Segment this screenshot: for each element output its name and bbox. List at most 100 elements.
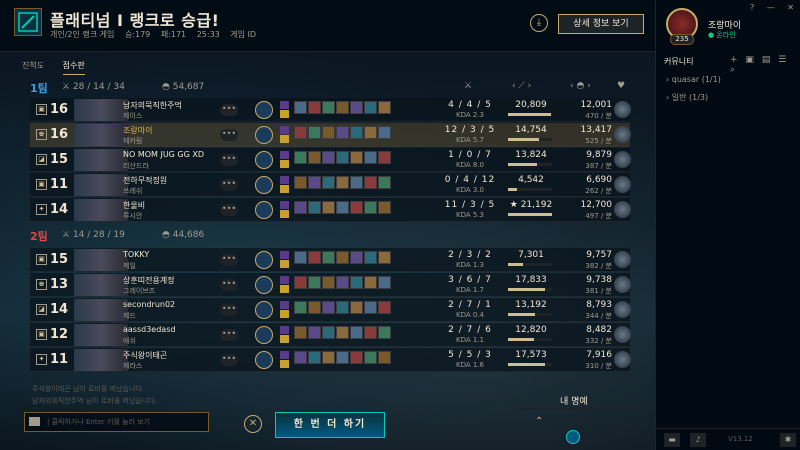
item-icon[interactable] xyxy=(294,151,307,164)
honor-gem-icon[interactable] xyxy=(566,430,580,444)
item-icon[interactable] xyxy=(294,326,307,339)
champion-portrait[interactable] xyxy=(74,299,128,321)
player-row[interactable]: ▣ 12 aassd3edasd 애쉬 ••• 2 / 7 / 6 KDA 1.1 12,82… xyxy=(30,323,631,347)
item-icon[interactable] xyxy=(378,151,391,164)
add-folder-icon[interactable]: ▣ xyxy=(745,55,754,65)
add-friend-icon[interactable]: + xyxy=(730,55,738,65)
item-icon[interactable] xyxy=(364,351,377,364)
item-icon[interactable] xyxy=(308,276,321,289)
item-icon[interactable] xyxy=(350,251,363,264)
player-row[interactable]: ◪ 15 NO MOM JUG GG XD 리산드라 ••• 1 / 0 / 7 KDA 8… xyxy=(30,148,631,172)
rank-column-icon[interactable]: ♥ xyxy=(617,81,625,91)
item-icon[interactable] xyxy=(322,301,335,314)
item-icon[interactable] xyxy=(308,326,321,339)
item-icon[interactable] xyxy=(294,201,307,214)
item-icon[interactable] xyxy=(378,201,391,214)
bug-report-icon[interactable]: ✱ xyxy=(780,433,796,447)
item-icon[interactable] xyxy=(294,176,307,189)
item-icon[interactable] xyxy=(336,251,349,264)
item-icon[interactable] xyxy=(322,126,335,139)
close-button[interactable]: ✕ xyxy=(244,415,262,433)
calendar-icon[interactable]: ▤ xyxy=(762,55,771,65)
more-options-button[interactable]: ••• xyxy=(220,204,238,216)
more-options-button[interactable]: ••• xyxy=(220,254,238,266)
more-options-button[interactable]: ••• xyxy=(220,129,238,141)
more-options-button[interactable]: ••• xyxy=(220,104,238,116)
more-options-button[interactable]: ••• xyxy=(220,304,238,316)
summoner-name[interactable]: 전하무적정원 xyxy=(123,175,167,186)
friend-group[interactable]: › quasar (1/1) xyxy=(666,75,721,84)
item-icon[interactable] xyxy=(322,251,335,264)
detail-button[interactable]: 상세 정보 보기 xyxy=(558,14,644,34)
item-icon[interactable] xyxy=(364,126,377,139)
player-row[interactable]: ✦ 11 주식왕이태곤 제라스 ••• 5 / 5 / 3 KDA 1.6 17,573 7,9… xyxy=(30,348,631,372)
summoner-name[interactable]: secondrun02 xyxy=(123,300,175,309)
champion-portrait[interactable] xyxy=(74,124,128,146)
microphone-icon[interactable]: ♪ xyxy=(690,433,706,447)
item-icon[interactable] xyxy=(336,101,349,114)
item-icon[interactable] xyxy=(336,151,349,164)
item-icon[interactable] xyxy=(336,201,349,214)
item-icon[interactable] xyxy=(308,126,321,139)
item-icon[interactable] xyxy=(294,101,307,114)
champion-portrait[interactable] xyxy=(74,149,128,171)
item-icon[interactable] xyxy=(350,276,363,289)
more-options-button[interactable]: ••• xyxy=(220,279,238,291)
item-icon[interactable] xyxy=(350,101,363,114)
item-icon[interactable] xyxy=(378,126,391,139)
item-icon[interactable] xyxy=(336,276,349,289)
summoner-name[interactable]: 주식왕이태곤 xyxy=(123,350,167,361)
item-icon[interactable] xyxy=(308,101,321,114)
item-icon[interactable] xyxy=(294,126,307,139)
chat-icon[interactable]: ▬ xyxy=(664,433,680,447)
summoner-name[interactable]: TOKKY xyxy=(123,250,149,259)
item-icon[interactable] xyxy=(322,201,335,214)
more-options-button[interactable]: ••• xyxy=(220,154,238,166)
summoner-name[interactable]: NO MOM JUG GG XD xyxy=(123,150,204,159)
item-icon[interactable] xyxy=(308,251,321,264)
item-icon[interactable] xyxy=(322,151,335,164)
more-options-button[interactable]: ••• xyxy=(220,329,238,341)
close-window-icon[interactable]: ✕ xyxy=(787,3,794,12)
kda-column-icon[interactable]: ⚔ xyxy=(464,81,472,91)
item-icon[interactable] xyxy=(336,126,349,139)
list-icon[interactable]: ☰ xyxy=(778,55,786,65)
item-icon[interactable] xyxy=(364,201,377,214)
item-icon[interactable] xyxy=(350,351,363,364)
friend-group[interactable]: › 일반 (1/3) xyxy=(666,92,708,103)
item-icon[interactable] xyxy=(294,251,307,264)
item-icon[interactable] xyxy=(378,251,391,264)
item-icon[interactable] xyxy=(322,351,335,364)
damage-column-icon[interactable]: ‹ ⟋ › xyxy=(512,81,531,91)
summoner-name[interactable]: aassd3edasd xyxy=(123,325,175,334)
player-row[interactable]: ▣ 16 남자의묵직한주먹 제이스 ••• 4 / 4 / 5 KDA 2.3 20,809 1… xyxy=(30,98,631,122)
champion-portrait[interactable] xyxy=(74,349,128,371)
item-icon[interactable] xyxy=(336,351,349,364)
player-row[interactable]: ✦ 14 한울비 루시안 ••• 11 / 3 / 5 KDA 5.3 ★ 21,192 12,… xyxy=(30,198,631,222)
download-replay-button[interactable]: ⤓ xyxy=(530,14,548,32)
item-icon[interactable] xyxy=(322,101,335,114)
item-icon[interactable] xyxy=(294,276,307,289)
help-icon[interactable]: ? xyxy=(750,3,754,12)
item-icon[interactable] xyxy=(308,176,321,189)
summoner-name[interactable]: 남자의묵직한주먹 xyxy=(123,100,182,111)
summoner-name[interactable]: 상훈띠전용계정 xyxy=(123,275,175,286)
item-icon[interactable] xyxy=(308,201,321,214)
item-icon[interactable] xyxy=(294,351,307,364)
summoner-name[interactable]: 조랑마이 xyxy=(123,125,152,136)
item-icon[interactable] xyxy=(378,326,391,339)
minimize-icon[interactable]: — xyxy=(767,3,775,12)
item-icon[interactable] xyxy=(308,151,321,164)
item-icon[interactable] xyxy=(378,351,391,364)
search-icon[interactable]: ⌕ xyxy=(730,65,735,75)
item-icon[interactable] xyxy=(336,301,349,314)
item-icon[interactable] xyxy=(364,276,377,289)
item-icon[interactable] xyxy=(364,176,377,189)
item-icon[interactable] xyxy=(350,176,363,189)
player-row[interactable]: ▣ 15 TOKKY 케일 ••• 2 / 3 / 2 KDA 1.3 7,301 9,757 3… xyxy=(30,248,631,272)
item-icon[interactable] xyxy=(378,101,391,114)
more-options-button[interactable]: ••• xyxy=(220,354,238,366)
champion-portrait[interactable] xyxy=(74,274,128,296)
item-icon[interactable] xyxy=(378,276,391,289)
chat-input[interactable]: | 클릭하거나 Enter 키를 눌러 보기 xyxy=(24,412,209,432)
